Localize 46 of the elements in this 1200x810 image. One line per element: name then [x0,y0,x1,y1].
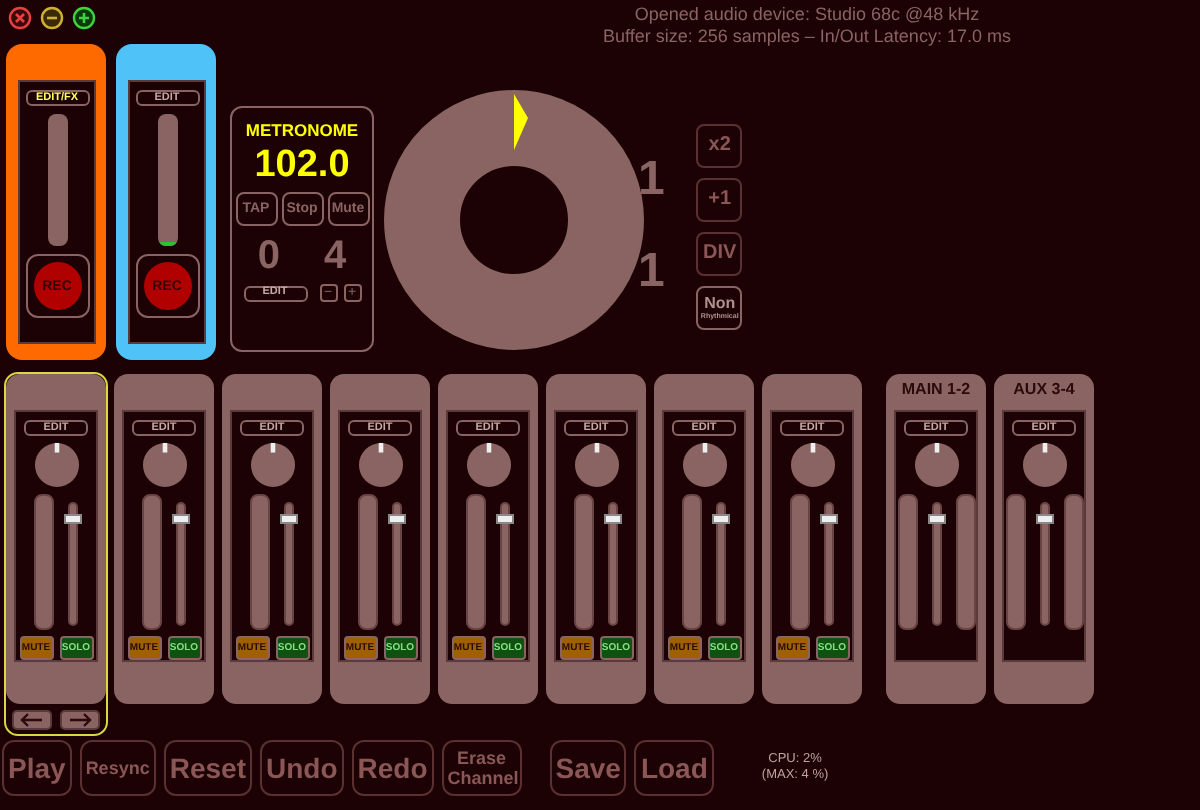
level-meter [897,494,917,630]
level-meter [790,494,810,630]
fader-handle[interactable] [496,514,514,525]
pan-knob-icon[interactable] [681,442,727,488]
pan-knob-icon[interactable] [249,442,295,488]
minimize-icon[interactable] [40,6,64,30]
fader-handle[interactable] [1035,514,1053,525]
cycle-counter: 1 [638,244,665,300]
pan-knob-icon[interactable] [789,442,835,488]
level-meter [682,494,702,630]
beat-number: 0 [257,234,280,280]
level-meter [250,494,270,630]
fader-handle[interactable] [927,514,945,525]
fader-handle[interactable] [64,514,82,525]
status-text: Buffer size: 256 samples – In/Out Latency: 17.0 ms [603,26,1011,48]
cycle-counter: 1 [638,152,665,208]
metronome-title: METRONOME [245,120,359,140]
level-meter [955,494,975,630]
fader-handle[interactable] [388,514,406,525]
pan-knob-icon[interactable] [913,442,959,488]
pan-knob-icon[interactable] [141,442,187,488]
close-icon[interactable] [8,6,32,30]
fader-handle[interactable] [712,514,730,525]
fader-handle[interactable] [280,514,298,525]
fader-handle[interactable] [820,514,838,525]
pan-knob-icon[interactable] [465,442,511,488]
level-meter [1005,494,1025,630]
fader-handle[interactable] [604,514,622,525]
pan-knob-icon[interactable] [573,442,619,488]
fader-handle[interactable] [172,514,190,525]
level-meter [466,494,486,630]
level-meter [47,114,67,246]
tempo-value[interactable]: 102.0 [254,144,350,188]
level-meter [1063,494,1083,630]
pan-knob-icon[interactable] [1021,442,1067,488]
status-text: Opened audio device: Studio 68c @48 kHz [634,4,980,26]
output-title: AUX 3-4 [1011,378,1077,402]
output-title: MAIN 1-2 [899,378,973,402]
level-meter [142,494,162,630]
pan-knob-icon[interactable] [357,442,403,488]
level-meter [574,494,594,630]
level-meter [34,494,54,630]
pan-knob-icon[interactable] [33,442,79,488]
time-signature-number: 4 [324,234,347,280]
zoom-icon[interactable] [72,6,96,30]
level-meter [358,494,378,630]
